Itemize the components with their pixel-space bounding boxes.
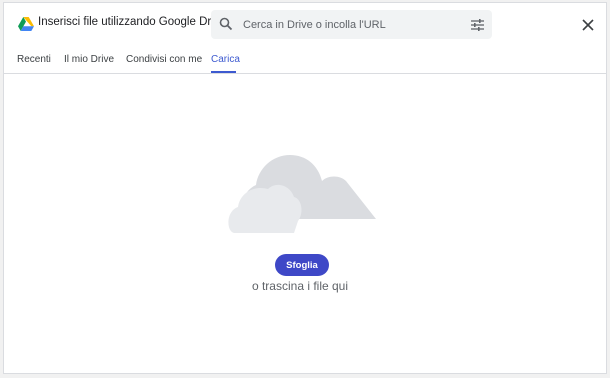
cloud-illustration [228,151,378,233]
browse-button[interactable]: Sfoglia [275,254,329,276]
tabs-divider [4,73,606,74]
dialog-title: Inserisci file utilizzando Google Drive [38,16,226,28]
drop-hint-text: o trascina i file qui [251,279,349,293]
tab-bar: Recenti Il mio Drive Condivisi con me Ca… [4,49,606,73]
tab-recenti[interactable]: Recenti [17,54,51,65]
search-bar[interactable] [211,10,492,39]
tab-condivisi-con-me[interactable]: Condivisi con me [126,54,202,65]
tune-icon[interactable] [471,18,484,31]
google-drive-icon [18,17,34,31]
dialog-header: Inserisci file utilizzando Google Drive [4,3,606,47]
tab-carica[interactable]: Carica [211,54,240,65]
search-input[interactable] [243,10,463,39]
close-icon[interactable] [582,18,594,31]
search-icon[interactable] [219,17,233,31]
tab-il-mio-drive[interactable]: Il mio Drive [64,54,114,65]
drive-picker-dialog: Inserisci file utilizzando Google Drive [3,2,607,374]
